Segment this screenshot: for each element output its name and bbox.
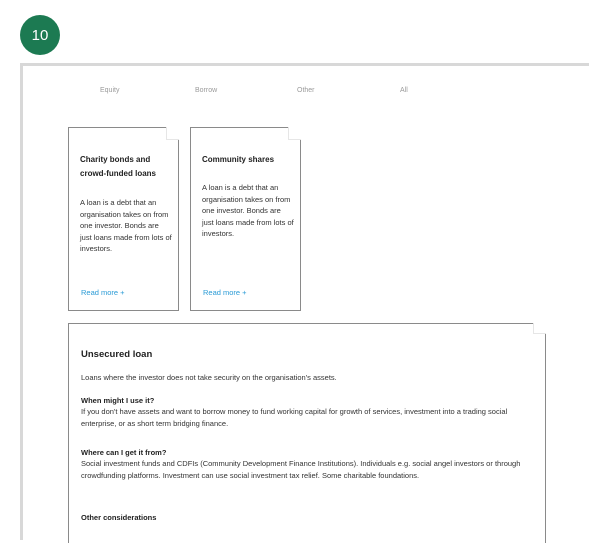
filter-tabs: Equity Borrow Other All (0, 87, 589, 101)
section-heading: When might I use it? (81, 396, 155, 405)
read-more-link[interactable]: Read more + (81, 288, 125, 297)
card-description: A loan is a debt that an organisation ta… (202, 183, 294, 238)
section-heading: Where can I get it from? (81, 448, 167, 457)
panel-corner-notch (533, 323, 546, 334)
tab-all[interactable]: All (400, 87, 408, 94)
tab-equity[interactable]: Equity (100, 87, 119, 94)
tab-borrow[interactable]: Borrow (195, 87, 217, 94)
detail-intro: Loans where the investor does not take s… (81, 373, 337, 382)
card-community-shares: Community shares A loan is a debt that a… (190, 127, 301, 311)
card-title: Community shares (202, 155, 275, 164)
card-title: Charity bonds and crowd-funded loans (80, 155, 156, 178)
section-heading: Other considerations (81, 513, 157, 522)
card-corner-notch (288, 127, 301, 140)
read-more-link[interactable]: Read more + (203, 288, 247, 297)
step-number-badge: 10 (20, 15, 60, 55)
detail-panel: Unsecured loan Loans where the investor … (68, 323, 546, 543)
card-charity-bonds: Charity bonds and crowd-funded loans A l… (68, 127, 179, 311)
section-text: Social investment funds and CDFIs (Commu… (81, 459, 521, 480)
detail-title: Unsecured loan (81, 349, 153, 360)
section-text: If you don't have assets and want to bor… (81, 407, 508, 428)
card-description: A loan is a debt that an organisation ta… (80, 198, 172, 253)
tab-other[interactable]: Other (297, 87, 315, 94)
card-corner-notch (166, 127, 179, 140)
